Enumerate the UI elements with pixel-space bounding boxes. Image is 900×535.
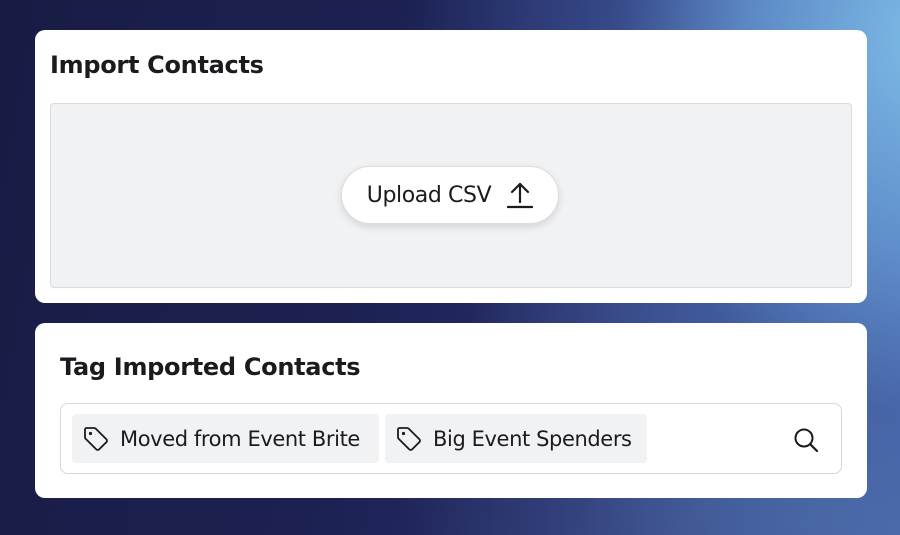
upload-csv-button[interactable]: Upload CSV	[341, 166, 559, 224]
csv-dropzone[interactable]: Upload CSV	[50, 103, 852, 288]
tag-imported-contacts-title: Tag Imported Contacts	[60, 353, 361, 381]
tag-chip-label: Moved from Event Brite	[120, 426, 360, 451]
tag-imported-contacts-card: Tag Imported Contacts Moved from Event B…	[35, 323, 867, 498]
tag-icon	[84, 426, 108, 451]
upload-csv-label: Upload CSV	[366, 182, 492, 208]
upload-arrow-icon	[507, 182, 534, 209]
import-contacts-card: Import Contacts Upload CSV	[35, 30, 867, 303]
import-contacts-title: Import Contacts	[50, 51, 264, 79]
tag-chip-label: Big Event Spenders	[433, 426, 632, 451]
tag-chip-big-event-spenders[interactable]: Big Event Spenders	[385, 414, 647, 463]
tag-chip-moved-from-event-brite[interactable]: Moved from Event Brite	[72, 414, 379, 463]
search-icon[interactable]	[792, 426, 820, 454]
tag-icon	[397, 426, 421, 451]
tag-input-field[interactable]: Moved from Event Brite Big Event Spender…	[60, 403, 842, 474]
